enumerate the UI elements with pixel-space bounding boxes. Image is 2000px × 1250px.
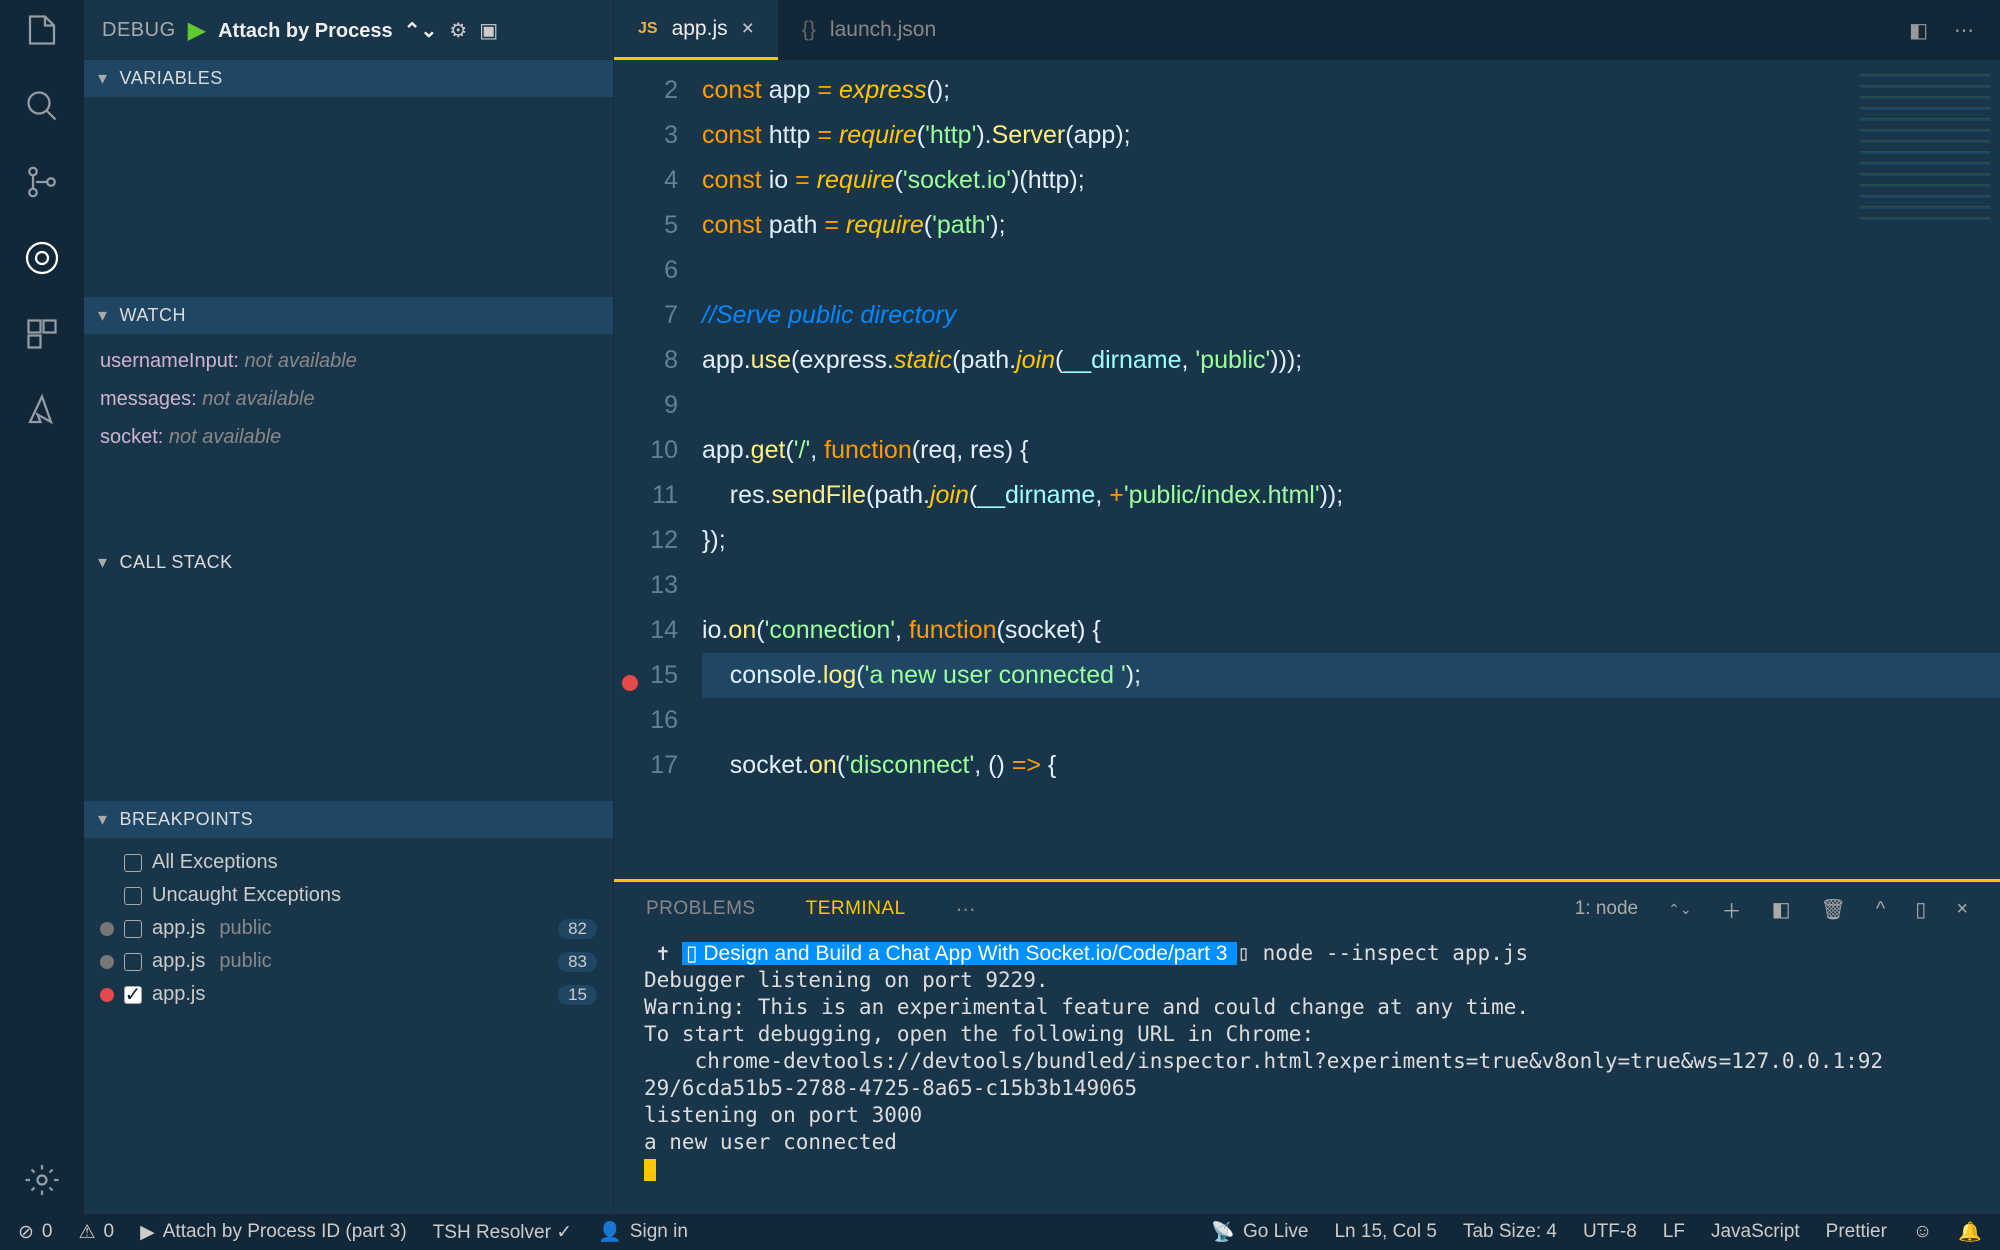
- breakpoint-row[interactable]: All Exceptions: [84, 846, 613, 879]
- breakpoint-dot-icon: [100, 955, 114, 969]
- minimap[interactable]: [1860, 70, 1990, 220]
- terminal-output[interactable]: ✝ ▯ Design and Build a Chat App With Soc…: [614, 936, 2000, 1214]
- status-launch[interactable]: ▶ Attach by Process ID (part 3): [140, 1221, 407, 1244]
- extensions-icon[interactable]: [24, 316, 60, 352]
- checkbox[interactable]: [124, 953, 142, 971]
- explorer-icon[interactable]: [24, 12, 60, 48]
- checkbox[interactable]: ✓: [124, 986, 142, 1004]
- breakpoints-header[interactable]: BREAKPOINTS: [84, 801, 613, 838]
- breakpoint-row[interactable]: ✓app.js15: [84, 978, 613, 1011]
- checkbox[interactable]: [124, 854, 142, 872]
- tab-launch-json[interactable]: {} launch.json: [778, 0, 960, 60]
- status-bar: ⊘ 0 ⚠ 0 ▶ Attach by Process ID (part 3) …: [0, 1214, 2000, 1250]
- tab-bar: JS app.js × {} launch.json ◧ ⋯: [614, 0, 2000, 60]
- activity-bar: [0, 0, 84, 1214]
- checkbox[interactable]: [124, 887, 142, 905]
- start-debug-button[interactable]: ▶: [188, 16, 206, 45]
- status-warnings[interactable]: ⚠ 0: [79, 1221, 115, 1244]
- new-terminal-icon[interactable]: ＋: [1722, 895, 1742, 924]
- status-tabsize[interactable]: Tab Size: 4: [1463, 1221, 1557, 1243]
- maximize-panel-icon[interactable]: ^: [1876, 898, 1885, 921]
- debug-sidebar: DEBUG ▶ Attach by Process ⌃⌄ ⚙ ▣ VARIABL…: [84, 0, 614, 1214]
- breakpoint-row[interactable]: app.jspublic82: [84, 912, 613, 945]
- status-prettier[interactable]: Prettier: [1826, 1221, 1887, 1243]
- bottom-panel: PROBLEMS TERMINAL ⋯ 1: node⌃⌄ ＋ ◧ 🗑 ^ ▯ …: [614, 879, 2000, 1214]
- breakpoint-row[interactable]: app.jspublic83: [84, 945, 613, 978]
- callstack-body: [84, 581, 613, 801]
- panel-tab-problems[interactable]: PROBLEMS: [646, 898, 756, 920]
- azure-icon[interactable]: [24, 392, 60, 428]
- status-signin[interactable]: 👤 Sign in: [598, 1220, 688, 1244]
- tab-app-js[interactable]: JS app.js ×: [614, 0, 778, 60]
- status-lncol[interactable]: Ln 15, Col 5: [1334, 1221, 1436, 1243]
- debug-title: DEBUG: [102, 19, 176, 42]
- line-gutter[interactable]: 234567891011121314151617: [614, 68, 702, 788]
- terminal-selector[interactable]: 1: node: [1575, 898, 1638, 920]
- toggle-panel-icon[interactable]: ▯: [1915, 897, 1926, 922]
- status-language[interactable]: JavaScript: [1711, 1221, 1800, 1243]
- close-panel-icon[interactable]: ×: [1956, 898, 1968, 921]
- watch-header[interactable]: WATCH: [84, 297, 613, 334]
- settings-gear-icon[interactable]: [24, 1162, 60, 1198]
- debug-console-icon[interactable]: ▣: [479, 18, 498, 43]
- notifications-icon[interactable]: 🔔: [1958, 1220, 1982, 1244]
- status-errors[interactable]: ⊘ 0: [18, 1221, 53, 1244]
- search-icon[interactable]: [24, 88, 60, 124]
- status-eol[interactable]: LF: [1663, 1221, 1685, 1243]
- kill-terminal-icon[interactable]: 🗑: [1821, 897, 1846, 922]
- panel-tab-terminal[interactable]: TERMINAL: [806, 898, 906, 920]
- breakpoint-dot-icon: [100, 988, 114, 1002]
- source-control-icon[interactable]: [24, 164, 60, 200]
- debug-settings-icon[interactable]: ⚙: [449, 18, 467, 43]
- breakpoint-indicator-icon[interactable]: [622, 675, 638, 691]
- breakpoint-row[interactable]: Uncaught Exceptions: [84, 879, 613, 912]
- status-golive[interactable]: 📡 Go Live: [1211, 1220, 1308, 1244]
- watch-body: usernameInput: not available messages: n…: [84, 334, 613, 544]
- checkbox[interactable]: [124, 920, 142, 938]
- variables-body: [84, 97, 613, 297]
- panel-more-icon[interactable]: ⋯: [956, 897, 976, 922]
- json-file-icon: {}: [802, 18, 816, 42]
- watch-name[interactable]: usernameInput:: [100, 350, 239, 372]
- close-tab-icon[interactable]: ×: [742, 17, 754, 41]
- more-actions-icon[interactable]: ⋯: [1954, 18, 1974, 43]
- editor-area: JS app.js × {} launch.json ◧ ⋯ 234567891…: [614, 0, 2000, 1214]
- callstack-header[interactable]: CALL STACK: [84, 544, 613, 581]
- feedback-icon[interactable]: ☺: [1913, 1221, 1932, 1243]
- breakpoint-dot-icon: [100, 922, 114, 936]
- watch-name[interactable]: socket:: [100, 426, 163, 448]
- status-encoding[interactable]: UTF-8: [1583, 1221, 1637, 1243]
- variables-header[interactable]: VARIABLES: [84, 60, 613, 97]
- watch-name[interactable]: messages:: [100, 388, 197, 410]
- split-editor-icon[interactable]: ◧: [1909, 18, 1928, 43]
- debug-icon[interactable]: [24, 240, 60, 276]
- code-editor[interactable]: const app = express();const http = requi…: [702, 68, 2000, 788]
- status-tsh[interactable]: TSH Resolver ✓: [433, 1221, 572, 1244]
- breakpoints-body: All ExceptionsUncaught Exceptionsapp.jsp…: [84, 838, 613, 1019]
- debug-config-dropdown[interactable]: Attach by Process ⌃⌄: [218, 18, 437, 43]
- javascript-file-icon: JS: [638, 20, 658, 38]
- split-terminal-icon[interactable]: ◧: [1772, 897, 1791, 922]
